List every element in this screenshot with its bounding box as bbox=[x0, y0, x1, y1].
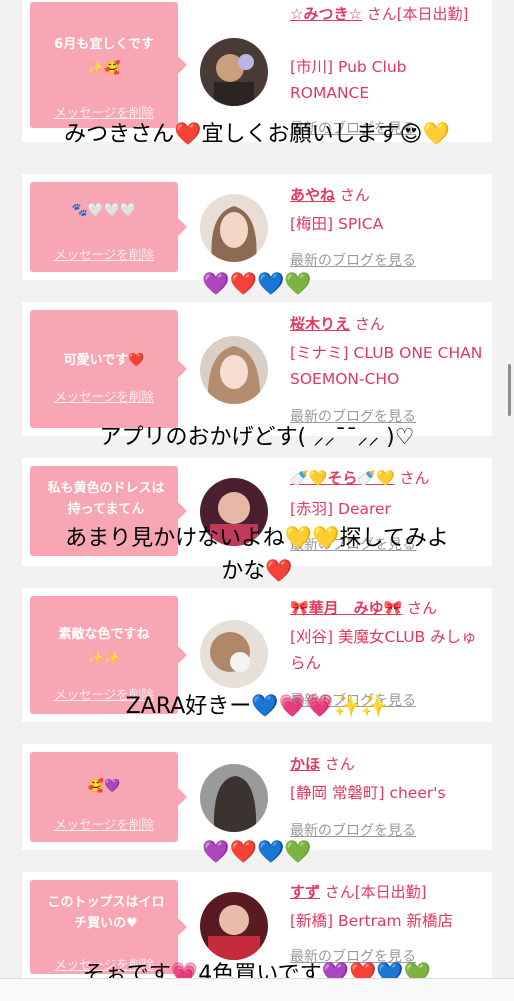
message-bubble: 🐾🤍🤍🤍 メッセージを削除 bbox=[30, 182, 187, 272]
scrollbar[interactable] bbox=[508, 364, 511, 416]
overlay-caption: アプリのおかげどす( ⸝⸝¯¯⸝⸝ )♡ bbox=[99, 425, 415, 450]
avatar[interactable] bbox=[200, 892, 268, 960]
cast-name-line: 🍼💛そら🍼💛 さん bbox=[290, 466, 486, 491]
message-text: 可愛いです❤️ bbox=[63, 353, 145, 368]
delete-message-link[interactable]: メッセージを削除 bbox=[30, 386, 178, 405]
shop-name[interactable]: [ミナミ] CLUB ONE CHAN SOEMON-CHO bbox=[290, 340, 486, 392]
bottom-bar bbox=[0, 978, 514, 1001]
message-text: このトップスはイロチ買いの♥ bbox=[47, 895, 165, 931]
shop-name[interactable]: [新橋] Bertram 新橋店 bbox=[290, 908, 486, 934]
shop-name[interactable]: [市川] Pub Club ROMANCE bbox=[290, 54, 486, 106]
overlay-hearts: 💜❤️💙💚 bbox=[202, 840, 312, 865]
cast-name-link[interactable]: 🍼💛そら🍼💛 bbox=[290, 469, 395, 487]
blog-link[interactable]: 最新のブログを見る bbox=[290, 250, 416, 270]
overlay-caption: ZARA好きー💙💗💗✨✨ bbox=[125, 694, 389, 719]
honorific: さん bbox=[324, 755, 355, 773]
avatar[interactable] bbox=[200, 336, 268, 404]
delete-message-link[interactable]: メッセージを削除 bbox=[30, 814, 178, 833]
honorific: さん bbox=[339, 186, 370, 204]
message-bubble: 可愛いです❤️ メッセージを削除 bbox=[30, 310, 187, 428]
honorific: さん bbox=[407, 599, 438, 617]
message-text: 6月も宜しくです bbox=[54, 37, 154, 52]
delete-message-link[interactable]: メッセージを削除 bbox=[30, 102, 178, 121]
avatar[interactable] bbox=[200, 194, 268, 262]
cast-name-link[interactable]: あやね bbox=[290, 186, 335, 204]
delete-message-link[interactable]: メッセージを削除 bbox=[30, 244, 178, 263]
shop-name[interactable]: [赤羽] Dearer bbox=[290, 496, 486, 522]
message-card: 可愛いです❤️ メッセージを削除 桜木りえ さん [ミナミ] CLUB ONE … bbox=[22, 302, 492, 436]
overlay-hearts: 💜❤️💙💚 bbox=[202, 272, 312, 297]
avatar[interactable] bbox=[200, 38, 268, 106]
blog-link[interactable]: 最新のブログを見る bbox=[290, 820, 416, 840]
cast-name-link[interactable]: ☆みつき☆ bbox=[290, 5, 362, 23]
honorific: さん[本日出勤] bbox=[366, 5, 469, 23]
message-text: 🥰💜 bbox=[87, 779, 121, 794]
cast-name-link[interactable]: 🎀華月 みゆ🎀 bbox=[290, 599, 402, 617]
cast-name-line: すず さん[本日出勤] bbox=[290, 880, 486, 905]
message-bubble: 6月も宜しくです ✨🥰 メッセージを削除 bbox=[30, 2, 187, 128]
avatar[interactable] bbox=[200, 620, 268, 688]
cast-name-line: あやね さん bbox=[290, 183, 486, 208]
message-emoji: ✨✨ bbox=[87, 651, 121, 666]
cast-name-line: かほ さん bbox=[290, 752, 486, 777]
message-card: 🥰💜 メッセージを削除 かほ さん [静岡 常磐町] cheer's 最新のブロ… bbox=[22, 744, 492, 850]
honorific: さん bbox=[399, 469, 430, 487]
message-card: 🐾🤍🤍🤍 メッセージを削除 あやね さん [梅田] SPICA 最新のブログを見… bbox=[22, 174, 492, 280]
cast-name-line: ☆みつき☆ さん[本日出勤] bbox=[290, 2, 486, 27]
honorific: さん bbox=[354, 315, 385, 333]
overlay-caption: かな❤️ bbox=[221, 559, 293, 584]
cast-name-link[interactable]: かほ bbox=[290, 755, 320, 773]
overlay-caption: あまり見かけないよね💛💛探してみよ bbox=[65, 526, 449, 551]
cast-name-line: 🎀華月 みゆ🎀 さん bbox=[290, 596, 486, 621]
shop-name[interactable]: [梅田] SPICA bbox=[290, 211, 486, 237]
message-text: 私も黄色のドレスは持ってまてん bbox=[47, 481, 165, 517]
message-text: 🐾🤍🤍🤍 bbox=[71, 203, 137, 218]
overlay-caption: みつきさん❤️宜しくお願いします😍💛 bbox=[64, 122, 450, 147]
honorific: さん[本日出勤] bbox=[324, 883, 427, 901]
cast-name-link[interactable]: 桜木りえ bbox=[290, 315, 350, 333]
message-emoji: ✨🥰 bbox=[87, 61, 121, 76]
shop-name[interactable]: [刈谷] 美魔女CLUB みしゅらん bbox=[290, 624, 486, 676]
cast-name-link[interactable]: すず bbox=[290, 883, 320, 901]
cast-name-line: 桜木りえ さん bbox=[290, 312, 486, 337]
shop-name[interactable]: [静岡 常磐町] cheer's bbox=[290, 780, 486, 806]
avatar[interactable] bbox=[200, 764, 268, 832]
message-bubble: 🥰💜 メッセージを削除 bbox=[30, 752, 187, 842]
message-text: 素敵な色ですね bbox=[58, 627, 150, 642]
